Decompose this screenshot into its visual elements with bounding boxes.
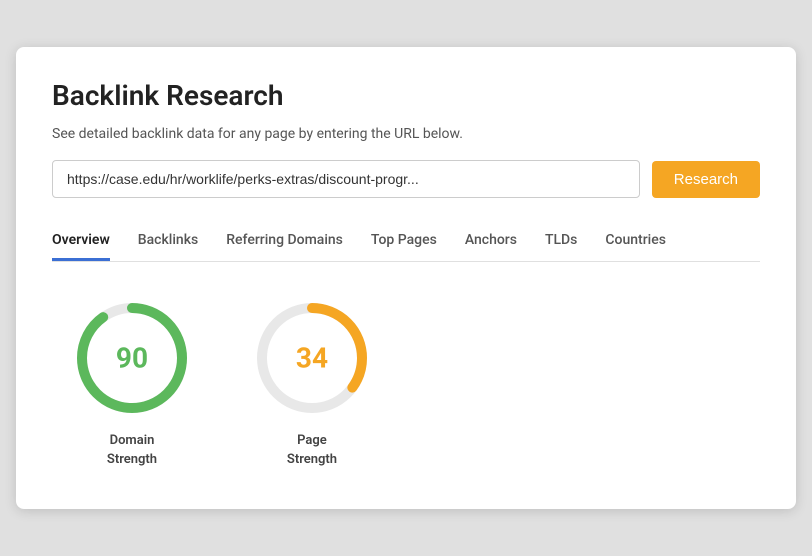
search-row: Research [52, 160, 760, 198]
page-strength-label: PageStrength [287, 432, 337, 468]
metrics-row: 90 DomainStrength 34 PageStrength [52, 298, 760, 468]
tab-referring-domains[interactable]: Referring Domains [226, 222, 343, 261]
subtitle-text: See detailed backlink data for any page … [52, 126, 760, 142]
tab-tlds[interactable]: TLDs [545, 222, 577, 261]
tab-anchors[interactable]: Anchors [465, 222, 517, 261]
main-card: Backlink Research See detailed backlink … [16, 47, 796, 508]
domain-strength-circle: 90 [72, 298, 192, 418]
metric-page-strength: 34 PageStrength [252, 298, 372, 468]
domain-strength-value: 90 [116, 342, 148, 375]
page-strength-circle: 34 [252, 298, 372, 418]
research-button[interactable]: Research [652, 161, 760, 198]
page-strength-value: 34 [296, 342, 328, 375]
page-title: Backlink Research [52, 79, 760, 112]
tab-backlinks[interactable]: Backlinks [138, 222, 198, 261]
tab-overview[interactable]: Overview [52, 222, 110, 261]
tabs-nav: Overview Backlinks Referring Domains Top… [52, 222, 760, 262]
url-input[interactable] [52, 160, 640, 198]
tab-countries[interactable]: Countries [605, 222, 666, 261]
tab-top-pages[interactable]: Top Pages [371, 222, 437, 261]
metric-domain-strength: 90 DomainStrength [72, 298, 192, 468]
domain-strength-label: DomainStrength [107, 432, 157, 468]
